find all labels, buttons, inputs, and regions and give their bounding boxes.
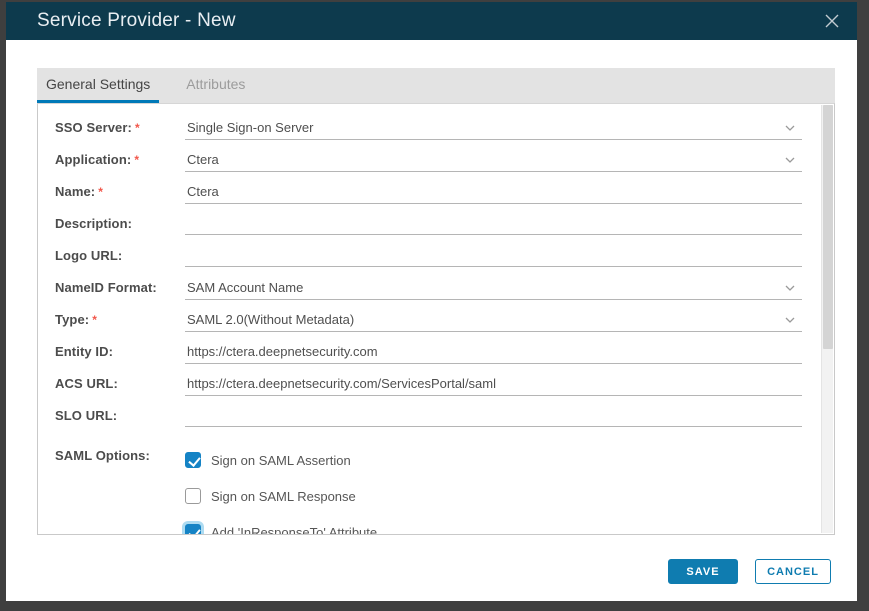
logo-url-input[interactable] — [185, 242, 802, 267]
field-row-nameid-format: NameID Format: SAM Account Name — [55, 274, 802, 306]
name-input[interactable]: Ctera — [185, 178, 802, 204]
chevron-down-icon — [784, 120, 796, 135]
application-value: Ctera — [187, 152, 219, 167]
option-label: Sign on SAML Assertion — [211, 453, 351, 468]
acs-url-value: https://ctera.deepnetsecurity.com/Servic… — [187, 376, 496, 391]
entity-id-label: Entity ID: — [55, 338, 185, 359]
dialog-header: Service Provider - New — [6, 2, 857, 40]
sso-server-label: SSO Server:* — [55, 114, 185, 135]
tab-general-settings-label: General Settings — [46, 76, 150, 92]
label-text: SLO URL: — [55, 408, 117, 423]
form-panel: SSO Server:* Single Sign-on Server Appli… — [37, 103, 835, 535]
nameid-format-label: NameID Format: — [55, 274, 185, 295]
option-sign-on-saml-response: Sign on SAML Response — [185, 478, 802, 514]
checkbox-sign-on-saml-response[interactable] — [185, 488, 201, 504]
tab-general-settings[interactable]: General Settings — [37, 68, 159, 103]
checkbox-add-inresponseto-attribute[interactable] — [185, 524, 201, 535]
name-label: Name:* — [55, 178, 185, 199]
cancel-button[interactable]: CANCEL — [755, 559, 831, 584]
chevron-down-icon — [784, 152, 796, 167]
dialog-title: Service Provider - New — [37, 10, 236, 32]
required-asterisk: * — [92, 313, 97, 327]
name-value: Ctera — [187, 184, 219, 199]
vertical-scrollbar[interactable] — [821, 105, 833, 533]
label-text: Description: — [55, 216, 132, 231]
field-row-description: Description: — [55, 210, 802, 242]
option-label: Sign on SAML Response — [211, 489, 356, 504]
slo-url-input[interactable] — [185, 402, 802, 427]
slo-url-label: SLO URL: — [55, 402, 185, 423]
nameid-format-select[interactable]: SAM Account Name — [185, 274, 802, 300]
save-button[interactable]: SAVE — [668, 559, 738, 584]
logo-url-label: Logo URL: — [55, 242, 185, 263]
required-asterisk: * — [135, 121, 140, 135]
chevron-down-icon — [784, 280, 796, 295]
checkbox-sign-on-saml-assertion[interactable] — [185, 452, 201, 468]
service-provider-dialog: Service Provider - New General Settings … — [6, 2, 857, 601]
option-sign-on-saml-assertion: Sign on SAML Assertion — [185, 442, 802, 478]
sso-server-value: Single Sign-on Server — [187, 120, 313, 135]
label-text: NameID Format: — [55, 280, 157, 295]
scrollbar-thumb[interactable] — [823, 105, 833, 349]
field-row-acs-url: ACS URL: https://ctera.deepnetsecurity.c… — [55, 370, 802, 402]
field-row-entity-id: Entity ID: https://ctera.deepnetsecurity… — [55, 338, 802, 370]
acs-url-label: ACS URL: — [55, 370, 185, 391]
label-text: Name: — [55, 184, 95, 199]
entity-id-input[interactable]: https://ctera.deepnetsecurity.com — [185, 338, 802, 364]
saml-options-group: SAML Options: Sign on SAML Assertion Sig… — [55, 442, 802, 535]
chevron-down-icon — [784, 312, 796, 327]
close-icon[interactable] — [821, 10, 843, 32]
label-text: Type: — [55, 312, 89, 327]
label-text: ACS URL: — [55, 376, 118, 391]
label-text: SSO Server: — [55, 120, 132, 135]
type-label: Type:* — [55, 306, 185, 327]
required-asterisk: * — [134, 153, 139, 167]
label-text: Entity ID: — [55, 344, 113, 359]
type-value: SAML 2.0(Without Metadata) — [187, 312, 354, 327]
label-text: Application: — [55, 152, 131, 167]
field-row-logo-url: Logo URL: — [55, 242, 802, 274]
field-row-application: Application:* Ctera — [55, 146, 802, 178]
saml-options-label: SAML Options: — [55, 442, 185, 463]
nameid-format-value: SAM Account Name — [187, 280, 303, 295]
description-label: Description: — [55, 210, 185, 231]
field-row-name: Name:* Ctera — [55, 178, 802, 210]
entity-id-value: https://ctera.deepnetsecurity.com — [187, 344, 378, 359]
dialog-footer: SAVE CANCEL — [668, 559, 831, 584]
option-label: Add 'InResponseTo' Attribute — [211, 525, 377, 536]
field-row-slo-url: SLO URL: — [55, 402, 802, 434]
application-label: Application:* — [55, 146, 185, 167]
general-settings-form: SSO Server:* Single Sign-on Server Appli… — [38, 104, 834, 535]
tab-attributes[interactable]: Attributes — [177, 68, 254, 103]
field-row-sso-server: SSO Server:* Single Sign-on Server — [55, 114, 802, 146]
saml-options-list: Sign on SAML Assertion Sign on SAML Resp… — [185, 442, 802, 535]
type-select[interactable]: SAML 2.0(Without Metadata) — [185, 306, 802, 332]
label-text: Logo URL: — [55, 248, 122, 263]
option-add-inresponseto-attribute: Add 'InResponseTo' Attribute — [185, 514, 802, 535]
description-input[interactable] — [185, 210, 802, 235]
sso-server-select[interactable]: Single Sign-on Server — [185, 114, 802, 140]
required-asterisk: * — [98, 185, 103, 199]
acs-url-input[interactable]: https://ctera.deepnetsecurity.com/Servic… — [185, 370, 802, 396]
tab-attributes-label: Attributes — [186, 76, 245, 92]
field-row-type: Type:* SAML 2.0(Without Metadata) — [55, 306, 802, 338]
application-select[interactable]: Ctera — [185, 146, 802, 172]
tabs-bar: General Settings Attributes — [37, 68, 835, 103]
